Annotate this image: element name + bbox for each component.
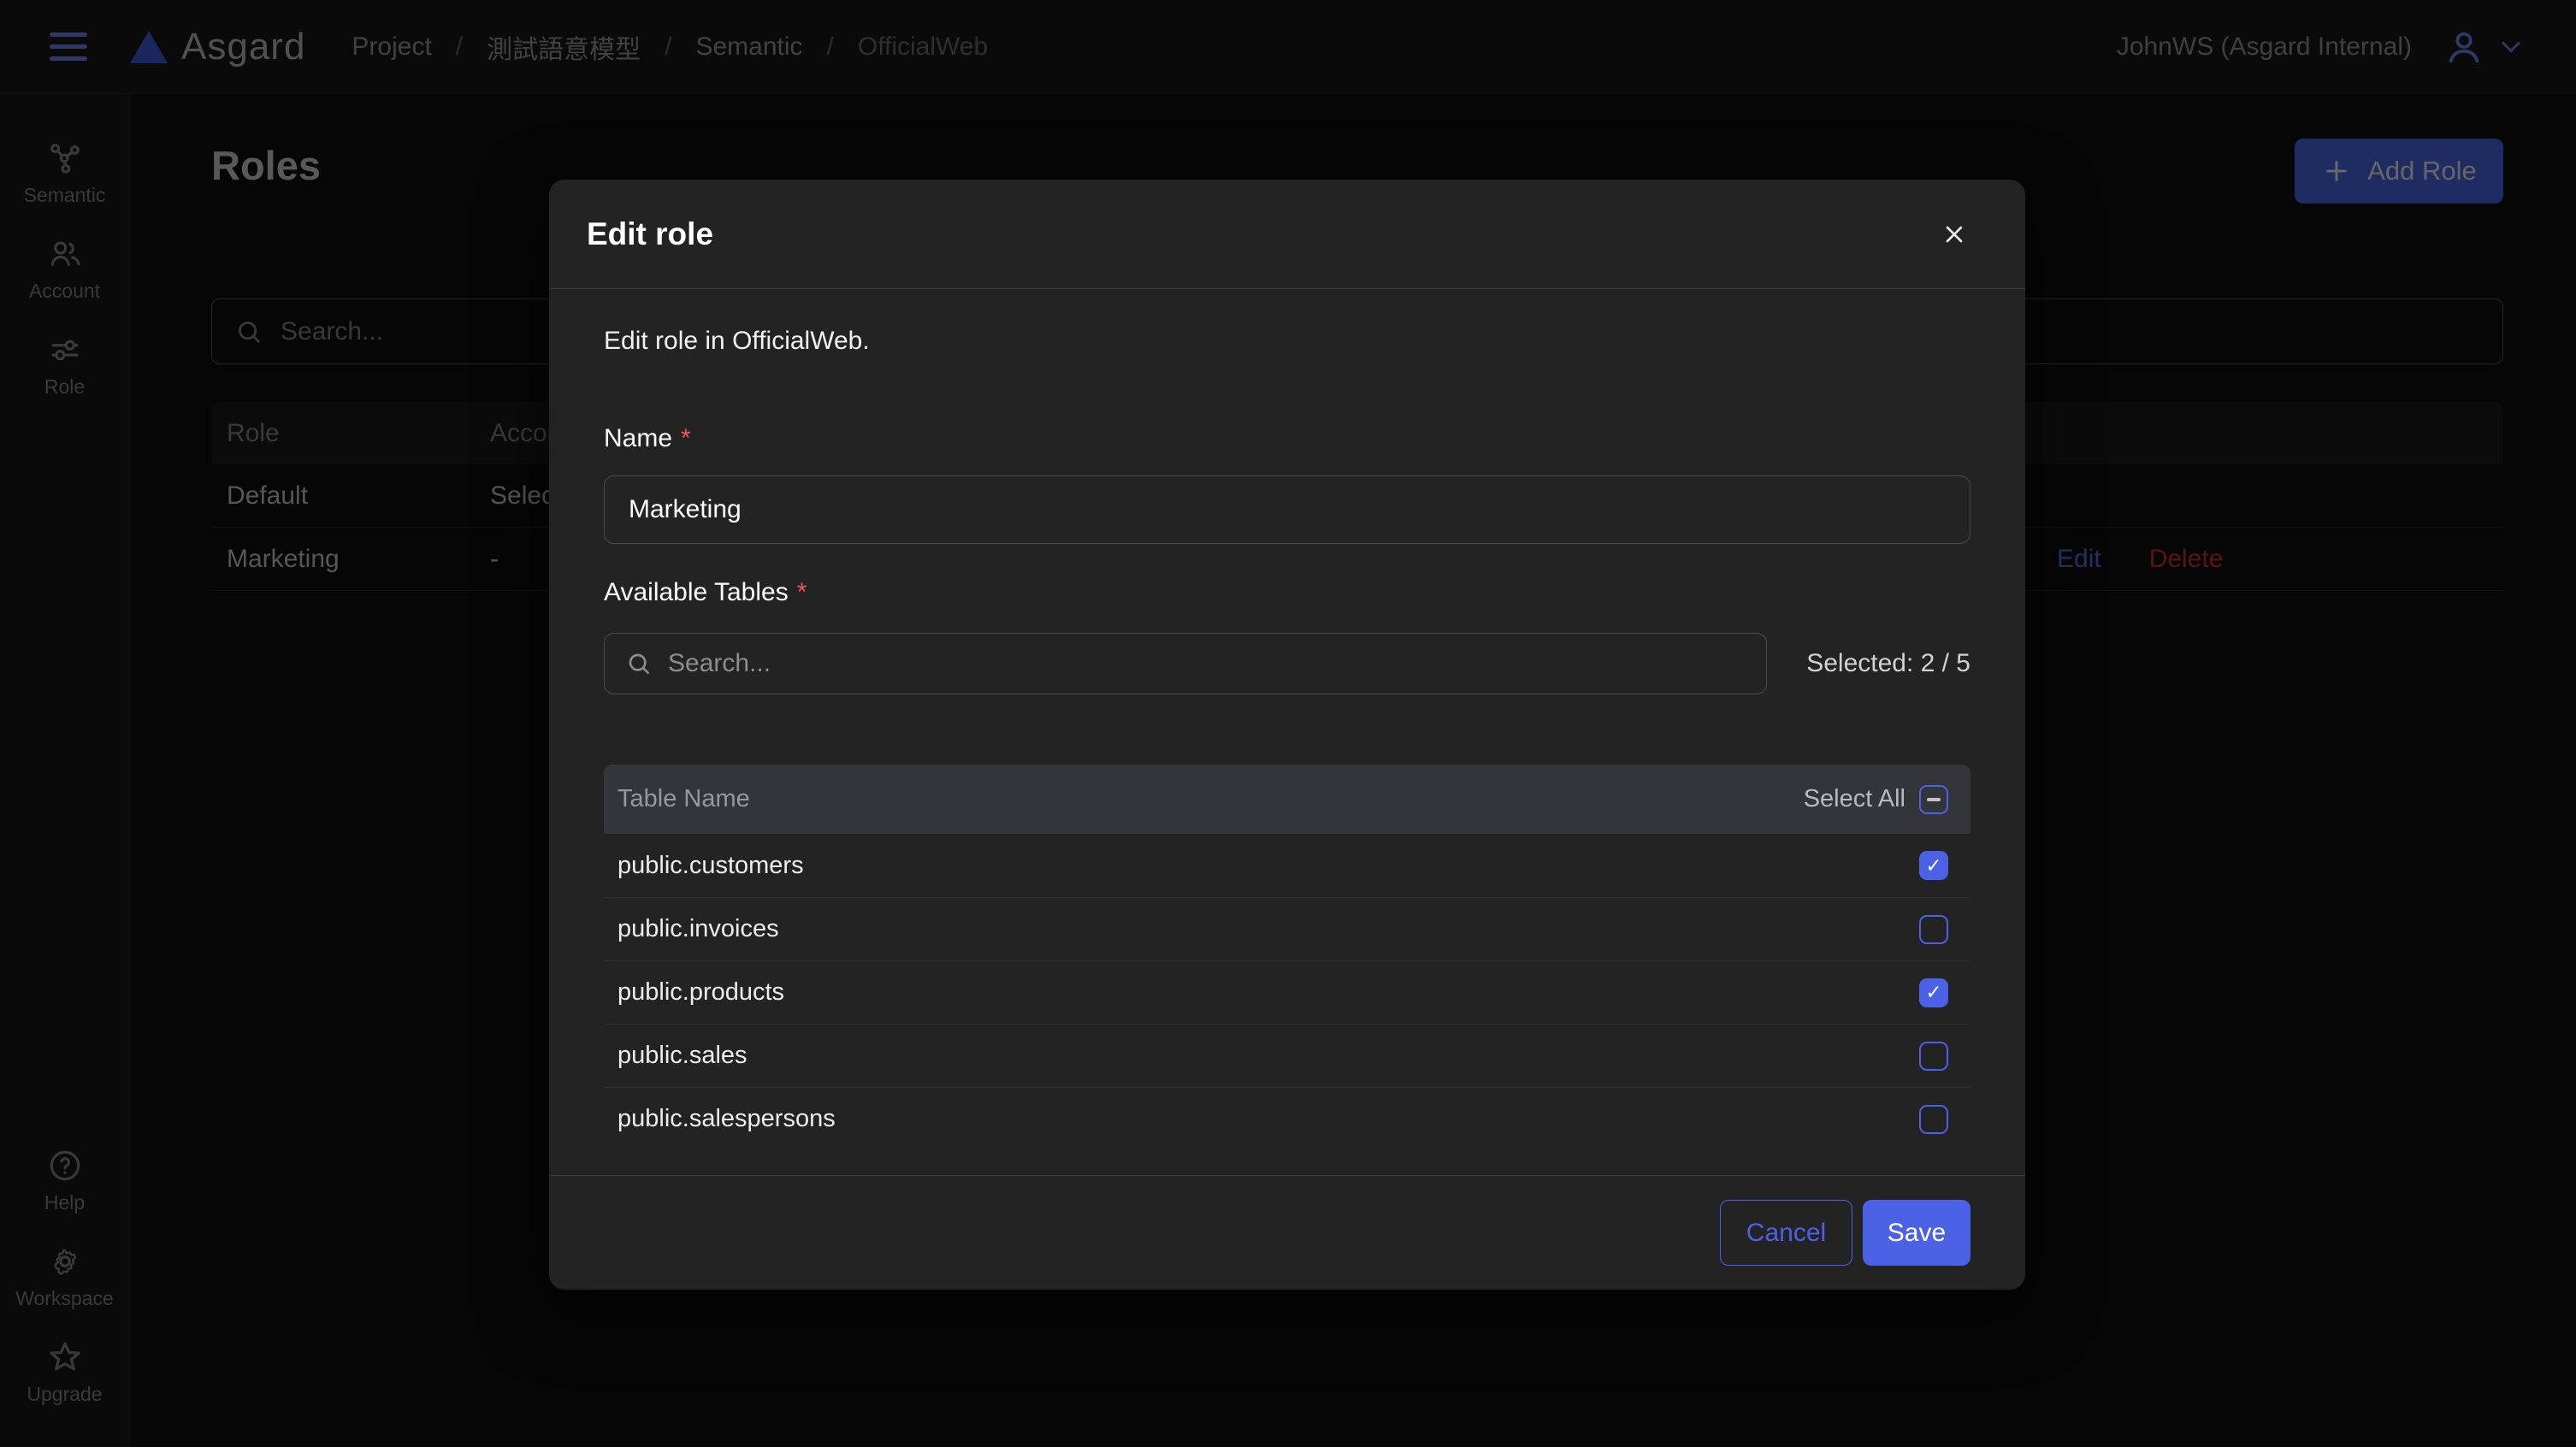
tables-search [604,633,1767,694]
select-all-checkbox[interactable] [1919,785,1948,814]
row-checkbox[interactable]: ✓ [1919,915,1948,944]
check-icon: ✓ [1925,983,1941,1002]
tables-rows: public.customers ✓ public.invoices ✓ [604,834,1970,1150]
check-icon: ✓ [1925,856,1941,876]
modal-description: Edit role in OfficialWeb. [604,327,1970,356]
save-button[interactable]: Save [1863,1200,1970,1266]
table-row: public.products ✓ [604,960,1970,1024]
table-row: public.customers ✓ [604,834,1970,897]
modal-header: Edit role [549,180,2025,289]
tables-search-input[interactable] [668,649,1746,678]
row-checkbox[interactable]: ✓ [1919,851,1948,880]
required-asterisk: * [681,424,691,452]
row-checkbox[interactable]: ✓ [1919,1105,1948,1134]
table-name: public.sales [617,1042,747,1070]
name-label: Name* [604,424,1970,453]
table-name: public.products [617,978,784,1007]
search-icon [625,650,653,677]
table-name: public.invoices [617,915,779,943]
row-checkbox[interactable]: ✓ [1919,1042,1948,1071]
indeterminate-icon [1927,798,1941,801]
available-tables-label: Available Tables* [604,578,1970,607]
close-button[interactable] [1930,210,1978,258]
app-root: Asgard Project / 測試語意模型 / Semantic / Off… [0,0,2576,1447]
modal-title: Edit role [587,216,713,252]
close-icon [1941,221,1968,248]
name-field[interactable] [604,475,1970,544]
table-name: public.salespersons [617,1105,836,1133]
selected-count: Selected: 2 / 5 [1806,649,1970,678]
modal-footer: Cancel Save [549,1175,2025,1290]
cancel-button[interactable]: Cancel [1720,1200,1852,1266]
required-asterisk: * [797,578,807,606]
edit-role-modal: Edit role Edit role in OfficialWeb. Name… [549,180,2025,1290]
modal-body: Edit role in OfficialWeb. Name* Availabl… [549,289,2025,1175]
table-name: public.customers [617,852,804,880]
row-checkbox[interactable]: ✓ [1919,978,1948,1007]
column-table-name: Table Name [617,785,750,813]
tables-list-header: Table Name Select All [604,765,1970,834]
tables-list: Table Name Select All public.customers [604,765,1970,1150]
select-all: Select All [1804,785,1948,814]
table-row: public.salespersons ✓ [604,1087,1970,1150]
table-row: public.invoices ✓ [604,897,1970,960]
table-row: public.sales ✓ [604,1024,1970,1087]
